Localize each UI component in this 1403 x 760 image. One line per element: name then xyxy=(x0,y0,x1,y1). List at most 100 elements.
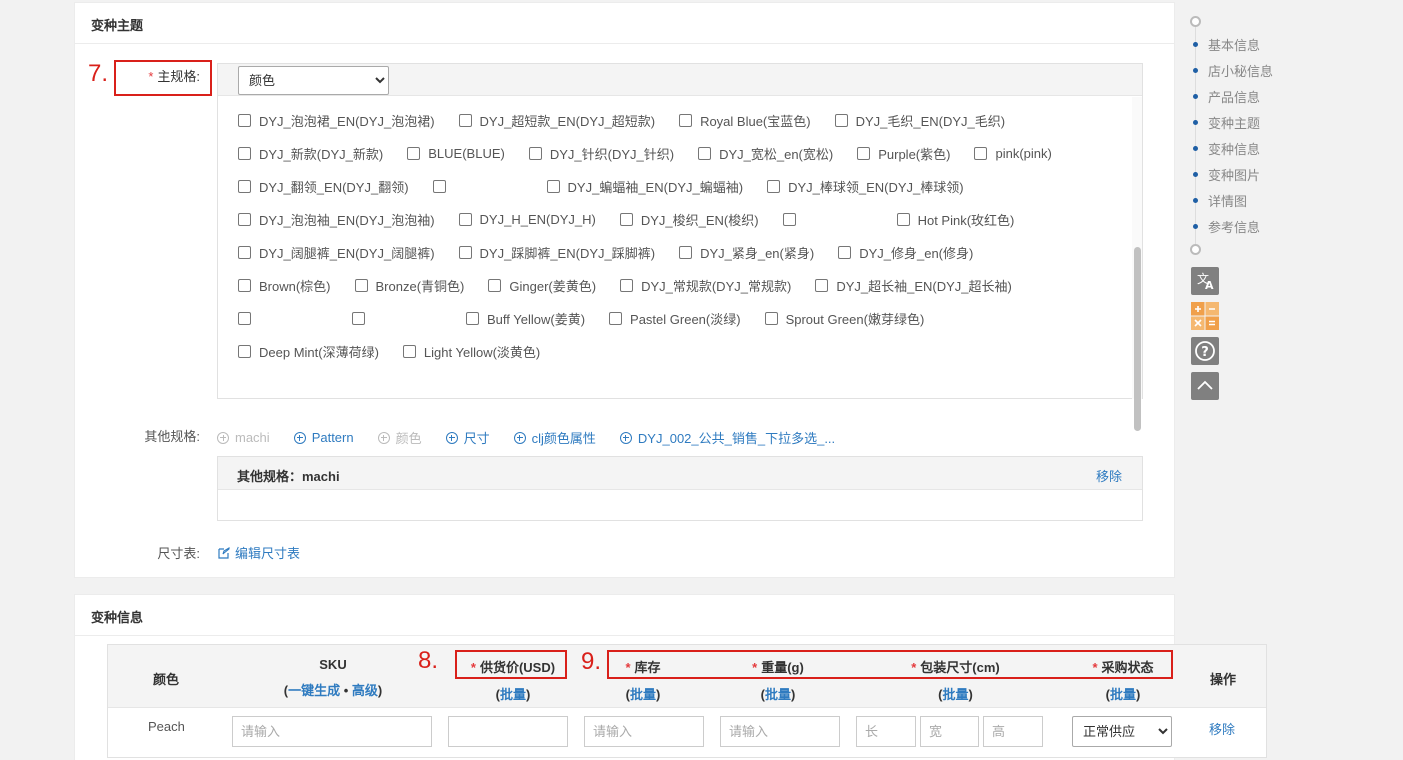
sku-input[interactable] xyxy=(232,716,432,747)
add-spec-link[interactable]: clj颜色属性 xyxy=(513,428,596,447)
option-checkbox[interactable] xyxy=(609,312,623,325)
add-spec-link[interactable]: Pattern xyxy=(293,428,354,447)
option-checkbox[interactable] xyxy=(488,279,502,292)
stock-input[interactable] xyxy=(584,716,704,747)
option-checkbox[interactable] xyxy=(698,147,712,160)
color-option[interactable]: DYJ_超长袖_EN(DYJ_超长袖) xyxy=(815,276,1012,295)
nav-item[interactable]: 店小秘信息 xyxy=(1185,62,1273,79)
color-option[interactable]: Pastel Green(淡绿) xyxy=(609,309,741,328)
color-option[interactable]: DYJ_毛织_EN(DYJ_毛织) xyxy=(834,111,1005,130)
option-checkbox[interactable] xyxy=(458,114,472,127)
height-input[interactable] xyxy=(983,716,1043,747)
batch-weight-link[interactable]: 批量 xyxy=(765,687,791,702)
color-option[interactable]: Purple(紫色) xyxy=(857,144,950,163)
option-checkbox[interactable] xyxy=(528,147,542,160)
option-checkbox[interactable] xyxy=(458,213,472,226)
option-checkbox[interactable] xyxy=(546,180,560,193)
option-checkbox[interactable] xyxy=(767,180,781,193)
color-option[interactable] xyxy=(432,180,523,193)
color-option[interactable]: DYJ_针织(DYJ_针织) xyxy=(528,144,674,163)
nav-item[interactable]: 基本信息 xyxy=(1185,36,1260,53)
color-option[interactable]: Deep Mint(深薄荷绿) xyxy=(238,342,379,361)
option-checkbox[interactable] xyxy=(352,312,365,325)
purchase-status-select[interactable]: 正常供应 xyxy=(1072,716,1172,747)
color-option[interactable]: DYJ_修身_en(修身) xyxy=(838,243,973,262)
color-option[interactable]: Ginger(姜黄色) xyxy=(488,276,596,295)
main-spec-select[interactable]: 颜色 xyxy=(238,66,389,95)
option-checkbox[interactable] xyxy=(679,114,693,127)
color-option[interactable]: Bronze(青铜色) xyxy=(354,276,464,295)
color-option[interactable]: DYJ_蝙蝠袖_EN(DYJ_蝙蝠袖) xyxy=(546,177,743,196)
advanced-sku-link[interactable]: 高级 xyxy=(352,683,378,698)
weight-input[interactable] xyxy=(720,716,840,747)
back-to-top-icon[interactable] xyxy=(1191,372,1219,400)
color-option[interactable]: Hot Pink(玫红色) xyxy=(896,210,1014,229)
color-option[interactable]: Brown(棕色) xyxy=(238,276,331,295)
option-checkbox[interactable] xyxy=(238,147,251,160)
option-checkbox[interactable] xyxy=(896,213,910,226)
option-checkbox[interactable] xyxy=(619,213,633,226)
option-checkbox[interactable] xyxy=(834,114,848,127)
color-option[interactable]: Sprout Green(嫩芽绿色) xyxy=(764,309,924,328)
scrollbar-thumb[interactable] xyxy=(1134,247,1141,431)
option-checkbox[interactable] xyxy=(354,279,368,292)
color-option[interactable]: DYJ_踩脚裤_EN(DYJ_踩脚裤) xyxy=(458,243,655,262)
option-checkbox[interactable] xyxy=(238,114,251,127)
option-checkbox[interactable] xyxy=(432,180,446,193)
option-checkbox[interactable] xyxy=(238,180,251,193)
color-option[interactable]: Light Yellow(淡黄色) xyxy=(402,342,540,361)
add-spec-link[interactable]: 尺寸 xyxy=(445,428,490,447)
option-checkbox[interactable] xyxy=(857,147,871,160)
option-checkbox[interactable] xyxy=(238,345,251,358)
option-checkbox[interactable] xyxy=(764,312,778,325)
batch-status-link[interactable]: 批量 xyxy=(1110,687,1136,702)
nav-item[interactable]: 产品信息 xyxy=(1185,88,1260,105)
color-option[interactable]: DYJ_棒球领_EN(DYJ_棒球领) xyxy=(767,177,964,196)
nav-item[interactable]: 详情图 xyxy=(1185,192,1247,209)
color-option[interactable]: DYJ_泡泡袖_EN(DYJ_泡泡袖) xyxy=(238,210,435,229)
batch-package-link[interactable]: 批量 xyxy=(942,687,968,702)
option-checkbox[interactable] xyxy=(782,213,796,226)
color-option[interactable]: DYJ_H_EN(DYJ_H) xyxy=(458,212,596,227)
color-option[interactable]: DYJ_常规款(DYJ_常规款) xyxy=(620,276,791,295)
price-input[interactable] xyxy=(448,716,568,747)
other-spec-remove-link[interactable]: 移除 xyxy=(1096,466,1122,485)
option-checkbox[interactable] xyxy=(407,147,421,160)
nav-item[interactable]: 变种信息 xyxy=(1185,140,1260,157)
batch-price-link[interactable]: 批量 xyxy=(500,687,526,702)
edit-size-table-link[interactable]: 编辑尺寸表 xyxy=(218,543,300,562)
nav-item[interactable]: 变种主题 xyxy=(1185,114,1260,131)
option-checkbox[interactable] xyxy=(238,312,251,325)
nav-item[interactable]: 变种图片 xyxy=(1185,166,1260,183)
option-checkbox[interactable] xyxy=(238,246,251,259)
scrollbar[interactable] xyxy=(1132,97,1142,431)
color-option[interactable]: DYJ_泡泡裙_EN(DYJ_泡泡裙) xyxy=(238,111,435,130)
length-input[interactable] xyxy=(856,716,916,747)
width-input[interactable] xyxy=(920,716,979,747)
color-option[interactable]: Buff Yellow(姜黄) xyxy=(466,309,585,328)
option-checkbox[interactable] xyxy=(238,213,251,226)
color-option[interactable] xyxy=(238,312,328,325)
color-option[interactable]: DYJ_翻领_EN(DYJ_翻领) xyxy=(238,177,409,196)
option-checkbox[interactable] xyxy=(620,279,634,292)
color-option[interactable]: Royal Blue(宝蓝色) xyxy=(679,111,811,130)
calculator-icon[interactable] xyxy=(1191,302,1219,330)
option-checkbox[interactable] xyxy=(238,279,251,292)
color-option[interactable]: DYJ_宽松_en(宽松) xyxy=(698,144,833,163)
option-checkbox[interactable] xyxy=(458,246,472,259)
row-remove-link[interactable]: 移除 xyxy=(1209,719,1235,738)
batch-stock-link[interactable]: 批量 xyxy=(630,687,656,702)
nav-item[interactable]: 参考信息 xyxy=(1185,218,1260,235)
color-option[interactable]: pink(pink) xyxy=(974,146,1052,161)
option-checkbox[interactable] xyxy=(466,312,479,325)
help-icon[interactable]: ? xyxy=(1191,337,1219,365)
color-option[interactable] xyxy=(782,213,873,226)
add-spec-link[interactable]: DYJ_002_公共_销售_下拉多选_... xyxy=(619,428,835,447)
color-option[interactable]: DYJ_梭织_EN(梭织) xyxy=(619,210,759,229)
generate-sku-link[interactable]: 一键生成 xyxy=(288,683,340,698)
color-option[interactable]: DYJ_新款(DYJ_新款) xyxy=(238,144,383,163)
option-checkbox[interactable] xyxy=(402,345,416,358)
color-option[interactable]: BLUE(BLUE) xyxy=(407,146,505,161)
translate-icon[interactable]: 文A xyxy=(1191,267,1219,295)
color-option[interactable]: DYJ_阔腿裤_EN(DYJ_阔腿裤) xyxy=(238,243,435,262)
